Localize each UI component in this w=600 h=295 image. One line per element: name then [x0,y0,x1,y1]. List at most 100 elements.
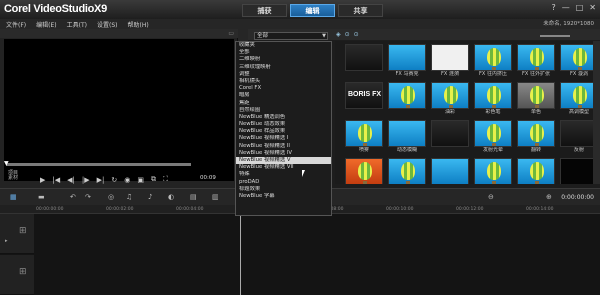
gallery-option[interactable]: 标题效果 [236,186,331,193]
gallery-option[interactable]: NewBlue 字幕 [236,193,331,200]
gallery-option[interactable]: Corel FX [236,85,331,92]
storyboard-view-icon[interactable]: ▦ [10,193,17,201]
gallery-option[interactable]: 收藏夹 [236,42,331,49]
effect-thumbnail[interactable] [388,82,426,116]
fullscreen-icon[interactable]: ⛶ [163,175,168,184]
redo-icon[interactable]: ↷ [85,193,91,201]
menu-help[interactable]: 帮助(H) [127,20,148,29]
minimize-icon[interactable]: — [562,3,570,12]
effect-thumbnail[interactable]: FX 马赛克 [388,44,426,78]
effect-thumbnail[interactable]: 反转 [345,158,383,184]
gallery-option[interactable]: NewBlue 视频精选 V [236,157,331,165]
preview-scrubber[interactable] [6,163,191,166]
gallery-option[interactable]: NewBlue 视频精选 I [236,135,331,142]
repeat-icon[interactable]: ↻ [111,176,117,184]
menu-file[interactable]: 文件(F) [6,20,26,29]
effect-thumbnail[interactable] [431,120,469,154]
gallery-option[interactable]: NewBlue 视频精选 IV [236,150,331,157]
effect-thumbnail-image: BORIS FX [345,82,383,109]
undo-icon[interactable]: ↶ [70,193,76,201]
gallery-option[interactable]: 焦距 [236,100,331,107]
gallery-option[interactable]: NewBlue 动态效果 [236,121,331,128]
home-icon[interactable]: |◀ [52,176,60,184]
mouse-cursor-icon [302,170,305,177]
collapse-icon[interactable]: ▭ [228,30,234,37]
effect-thumbnail[interactable]: FX 涟漪 [431,44,469,78]
gallery-option[interactable]: 三维纹理映射 [236,64,331,71]
timeline-view-icon[interactable]: ▬ [38,193,45,201]
gallery-option[interactable]: 全部 [236,49,331,56]
gallery-option[interactable]: 调整 [236,71,331,78]
effect-thumbnail[interactable]: 翻转 [517,120,555,154]
menu-edit[interactable]: 编辑(E) [36,20,56,29]
mixer-icon[interactable]: ♫ [126,193,132,201]
effect-thumbnail[interactable]: 彩色笔 [474,82,512,116]
gallery-option[interactable]: NewBlue 精选调色 [236,114,331,121]
motion-tracking-icon[interactable]: ◐ [168,193,174,201]
effect-thumbnail[interactable]: 飞翔的字幕 [431,158,469,184]
auto-music-icon[interactable]: ♪ [148,193,152,201]
close-icon[interactable]: ✕ [589,3,596,12]
effect-thumbnail[interactable]: 发射光晕 [474,120,512,154]
apply-effect-icon[interactable]: ⊙ [345,31,350,38]
gallery-option[interactable]: 自然绘图 [236,107,331,114]
timeline-timecode[interactable]: 0:00:00:00 [561,194,594,201]
effect-thumbnail[interactable] [345,44,383,78]
tab-share[interactable]: 共享 [338,4,383,17]
effect-thumbnail[interactable]: FX 往外扩张 [517,44,555,78]
next-icon[interactable]: |▶ [82,176,90,184]
effect-thumbnail[interactable]: FX 往内挤压 [474,44,512,78]
play-icon[interactable]: ▶ [40,176,45,184]
track-expand-icon[interactable]: ▸ [5,238,8,244]
preview-mode-toggle[interactable]: 项目 素材 [8,171,18,181]
previous-icon[interactable]: ◀| [67,176,75,184]
menu-settings[interactable]: 设置(S) [97,20,118,29]
library-scrollbar[interactable] [593,41,600,184]
effect-thumbnail[interactable] [517,158,555,184]
subtitle-icon[interactable]: ▤ [190,193,197,201]
end-icon[interactable]: ▶| [97,176,105,184]
effect-thumbnail-image [474,158,512,184]
gallery-icon[interactable]: ◈ [336,31,341,38]
gallery-dropdown[interactable]: 全部 ▼ [254,32,328,40]
zoom-in-icon[interactable]: ⊕ [546,193,552,201]
effect-thumbnail[interactable]: 动态模糊 [388,120,426,154]
gallery-option[interactable]: NewBlue 视频精选 VII [236,164,331,171]
effect-thumbnail[interactable]: 喷雾 [345,120,383,154]
clip-mode-label[interactable]: 素材 [8,176,18,181]
help-icon[interactable]: ? [551,3,555,12]
record-icon[interactable]: ◎ [108,193,114,201]
effect-thumbnail[interactable]: 放大镜 [388,158,426,184]
effect-thumbnail[interactable]: 油彩 [431,82,469,116]
tab-capture[interactable]: 捕获 [242,4,287,17]
multicam-icon[interactable]: ▥ [212,193,219,201]
volume-icon[interactable]: ◉ [124,176,130,184]
effect-thumbnail-image [345,158,383,184]
scrubber-handle-icon[interactable]: ▼ [4,160,9,167]
effect-thumbnail-label: 单色 [530,109,541,115]
chevron-down-icon[interactable]: ▼ [322,33,326,39]
effect-thumbnail[interactable]: 单色 [517,82,555,116]
customize-icon[interactable]: ⊙ [354,31,359,38]
gallery-option[interactable]: 二维映射 [236,56,331,63]
tab-edit[interactable]: 编辑 [290,4,335,17]
effect-thumbnail[interactable]: BORIS FX [345,82,383,116]
effect-thumbnail-label: FX 涟漪 [441,71,459,77]
effect-thumbnail[interactable] [474,158,512,184]
menu-tools[interactable]: 工具(T) [67,20,87,29]
maximize-icon[interactable]: □ [576,3,584,12]
hd-icon[interactable]: ▣ [137,176,144,184]
thumbnail-zoom-slider[interactable] [540,35,570,37]
zoom-out-icon[interactable]: ⊖ [488,193,494,201]
effect-thumbnail-label: FX 往内挤压 [479,71,507,77]
copy-icon[interactable]: ⧉ [151,175,156,184]
gallery-option[interactable]: NewBlue 样品效果 [236,128,331,135]
preview-timecode[interactable]: 00:09 [200,175,216,181]
preview-screen[interactable] [4,39,234,181]
gallery-option[interactable]: 暗房 [236,92,331,99]
gallery-option[interactable]: 相机镜头 [236,78,331,85]
playhead-line[interactable] [240,205,241,295]
gallery-option[interactable]: NewBlue 视频精选 II [236,143,331,150]
gallery-option[interactable]: 特殊 [236,171,331,178]
gallery-option[interactable]: proDAD [236,179,331,186]
